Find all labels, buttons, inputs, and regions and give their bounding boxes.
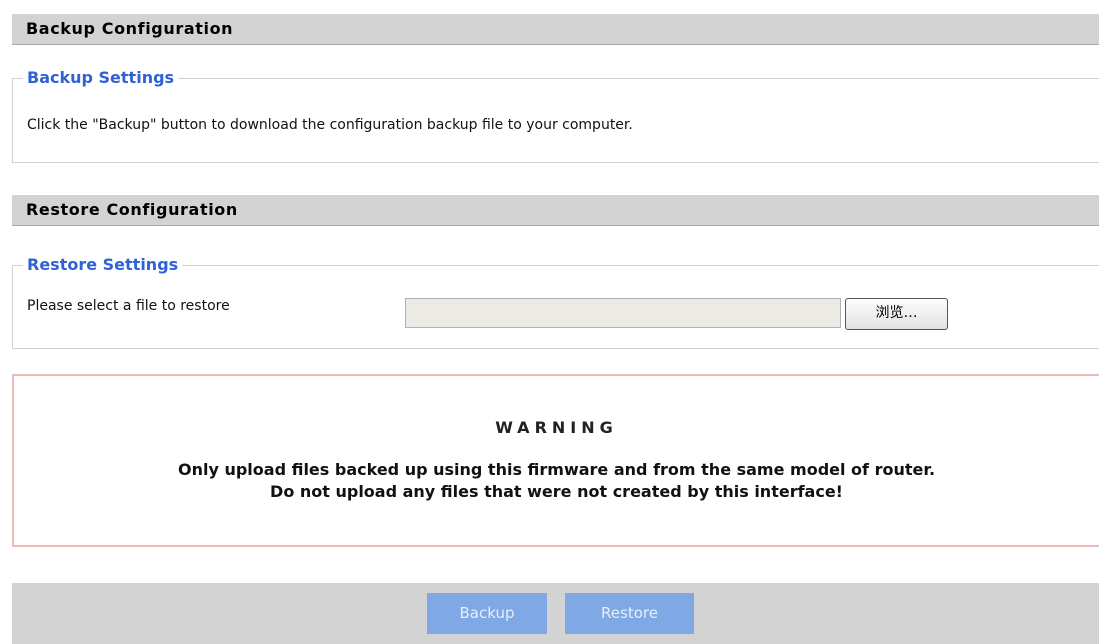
backup-button[interactable]: Backup (427, 593, 547, 634)
warning-line-1: Only upload files backed up using this f… (177, 460, 936, 479)
backup-settings-legend: Backup Settings (23, 68, 179, 88)
restore-settings-legend: Restore Settings (23, 255, 183, 275)
restore-button[interactable]: Restore (565, 593, 694, 634)
backup-description: Click the "Backup" button to download th… (27, 117, 633, 133)
restore-file-input[interactable] (405, 298, 841, 328)
restore-configuration-title: Restore Configuration (26, 200, 238, 219)
backup-restore-page: Backup Configuration Backup Settings Cli… (0, 0, 1099, 644)
restore-settings-fieldset: Restore Settings Please select a file to… (12, 255, 1099, 349)
backup-settings-fieldset: Backup Settings Click the "Backup" butto… (12, 68, 1099, 163)
backup-configuration-header: Backup Configuration (12, 14, 1099, 45)
warning-line-2: Do not upload any files that were not cr… (270, 482, 843, 501)
browse-button[interactable]: 浏览… (845, 298, 948, 330)
action-bar: Backup Restore (12, 583, 1099, 644)
warning-box: WARNING Only upload files backed up usin… (12, 374, 1099, 547)
backup-configuration-title: Backup Configuration (26, 19, 234, 38)
restore-configuration-header: Restore Configuration (12, 195, 1099, 226)
warning-title: WARNING (495, 418, 618, 437)
restore-file-label: Please select a file to restore (27, 298, 230, 314)
